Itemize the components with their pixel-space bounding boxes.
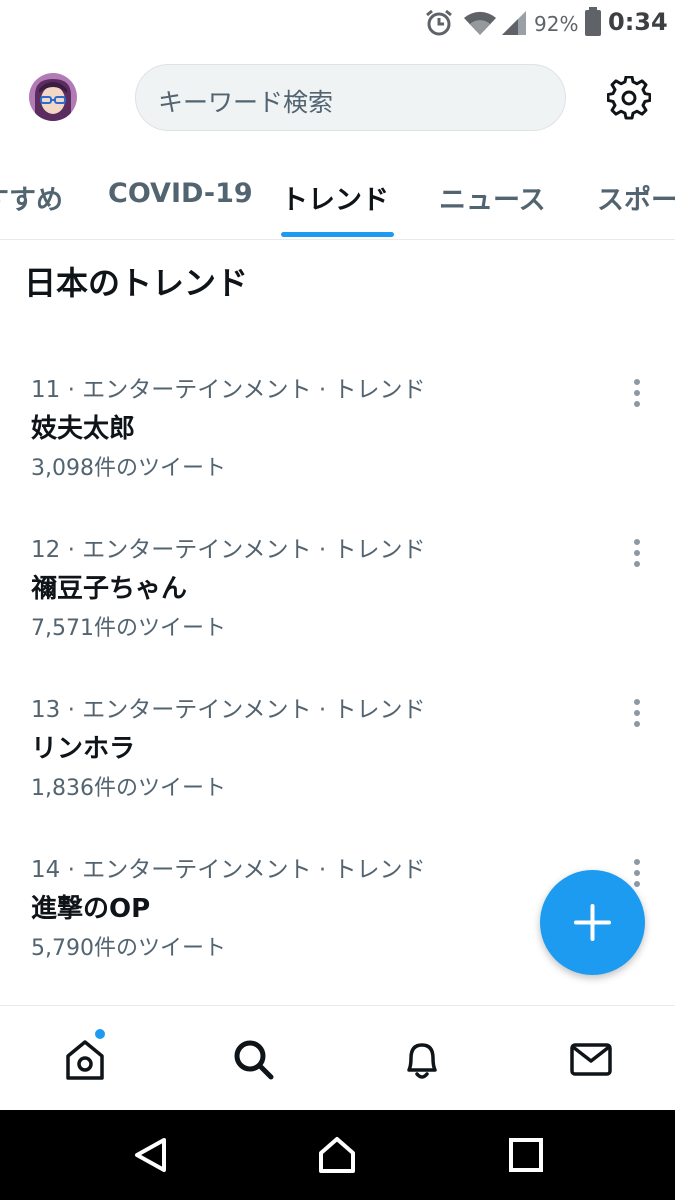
section-title: 日本のトレンド: [24, 264, 249, 302]
tab-sports[interactable]: スポーツ: [597, 178, 675, 217]
more-options-icon[interactable]: [627, 694, 647, 730]
tab-bar: すすめ COVID-19 トレンド ニュース スポーツ: [0, 160, 675, 240]
battery-percentage: 92%: [534, 12, 579, 36]
active-tab-indicator: [281, 232, 394, 237]
search-icon[interactable]: [228, 1034, 278, 1084]
clock: 0:34: [608, 8, 668, 36]
more-options-icon[interactable]: [627, 534, 647, 570]
trend-tweet-count: 5,790件のツイート: [31, 936, 226, 961]
trend-title: 禰豆子ちゃん: [31, 574, 188, 604]
search-placeholder: キーワード検索: [158, 88, 334, 117]
trend-item[interactable]: 13 · エンターテインメント · トレンド リンホラ 1,836件のツイート: [0, 690, 675, 840]
trend-meta: 13 · エンターテインメント · トレンド: [31, 697, 426, 723]
bottom-navigation: [0, 1005, 675, 1110]
avatar-image: [29, 73, 77, 121]
plus-icon: [574, 904, 611, 941]
status-bar: 92% 0:34: [0, 0, 675, 46]
trend-meta: 12 · エンターテインメント · トレンド: [31, 537, 426, 563]
trend-tweet-count: 3,098件のツイート: [31, 456, 226, 481]
back-icon[interactable]: [131, 1135, 171, 1175]
bell-icon[interactable]: [397, 1034, 447, 1084]
trend-title: リンホラ: [31, 734, 136, 764]
mail-icon[interactable]: [566, 1034, 616, 1084]
more-options-icon[interactable]: [627, 374, 647, 410]
trend-title: 妓夫太郎: [31, 414, 136, 444]
search-input[interactable]: キーワード検索: [135, 64, 566, 131]
recent-apps-icon[interactable]: [506, 1135, 546, 1175]
home-button-icon[interactable]: [317, 1135, 357, 1175]
alarm-icon: [426, 9, 452, 36]
avatar[interactable]: [29, 73, 77, 121]
trend-meta: 11 · エンターテインメント · トレンド: [31, 377, 426, 403]
signal-icon: [502, 11, 526, 35]
trend-item[interactable]: 12 · エンターテインメント · トレンド 禰豆子ちゃん 7,571件のツイー…: [0, 530, 675, 680]
tab-recommended[interactable]: すすめ: [0, 178, 63, 217]
trend-meta: 14 · エンターテインメント · トレンド: [31, 857, 426, 883]
tab-trends[interactable]: トレンド: [281, 178, 389, 217]
trend-item[interactable]: 11 · エンターテインメント · トレンド 妓夫太郎 3,098件のツイート: [0, 370, 675, 520]
home-icon[interactable]: [60, 1034, 110, 1084]
gear-icon[interactable]: [607, 76, 651, 120]
tab-news[interactable]: ニュース: [439, 178, 546, 217]
compose-tweet-button[interactable]: [540, 870, 645, 975]
tab-covid-19[interactable]: COVID-19: [108, 178, 253, 209]
android-navigation-bar: [0, 1110, 675, 1200]
wifi-icon: [464, 11, 496, 36]
battery-icon: [585, 7, 601, 36]
trend-tweet-count: 7,571件のツイート: [31, 616, 226, 641]
home-notification-dot: [95, 1029, 105, 1039]
trend-title: 進撃のOP: [31, 894, 151, 924]
trend-tweet-count: 1,836件のツイート: [31, 776, 226, 801]
